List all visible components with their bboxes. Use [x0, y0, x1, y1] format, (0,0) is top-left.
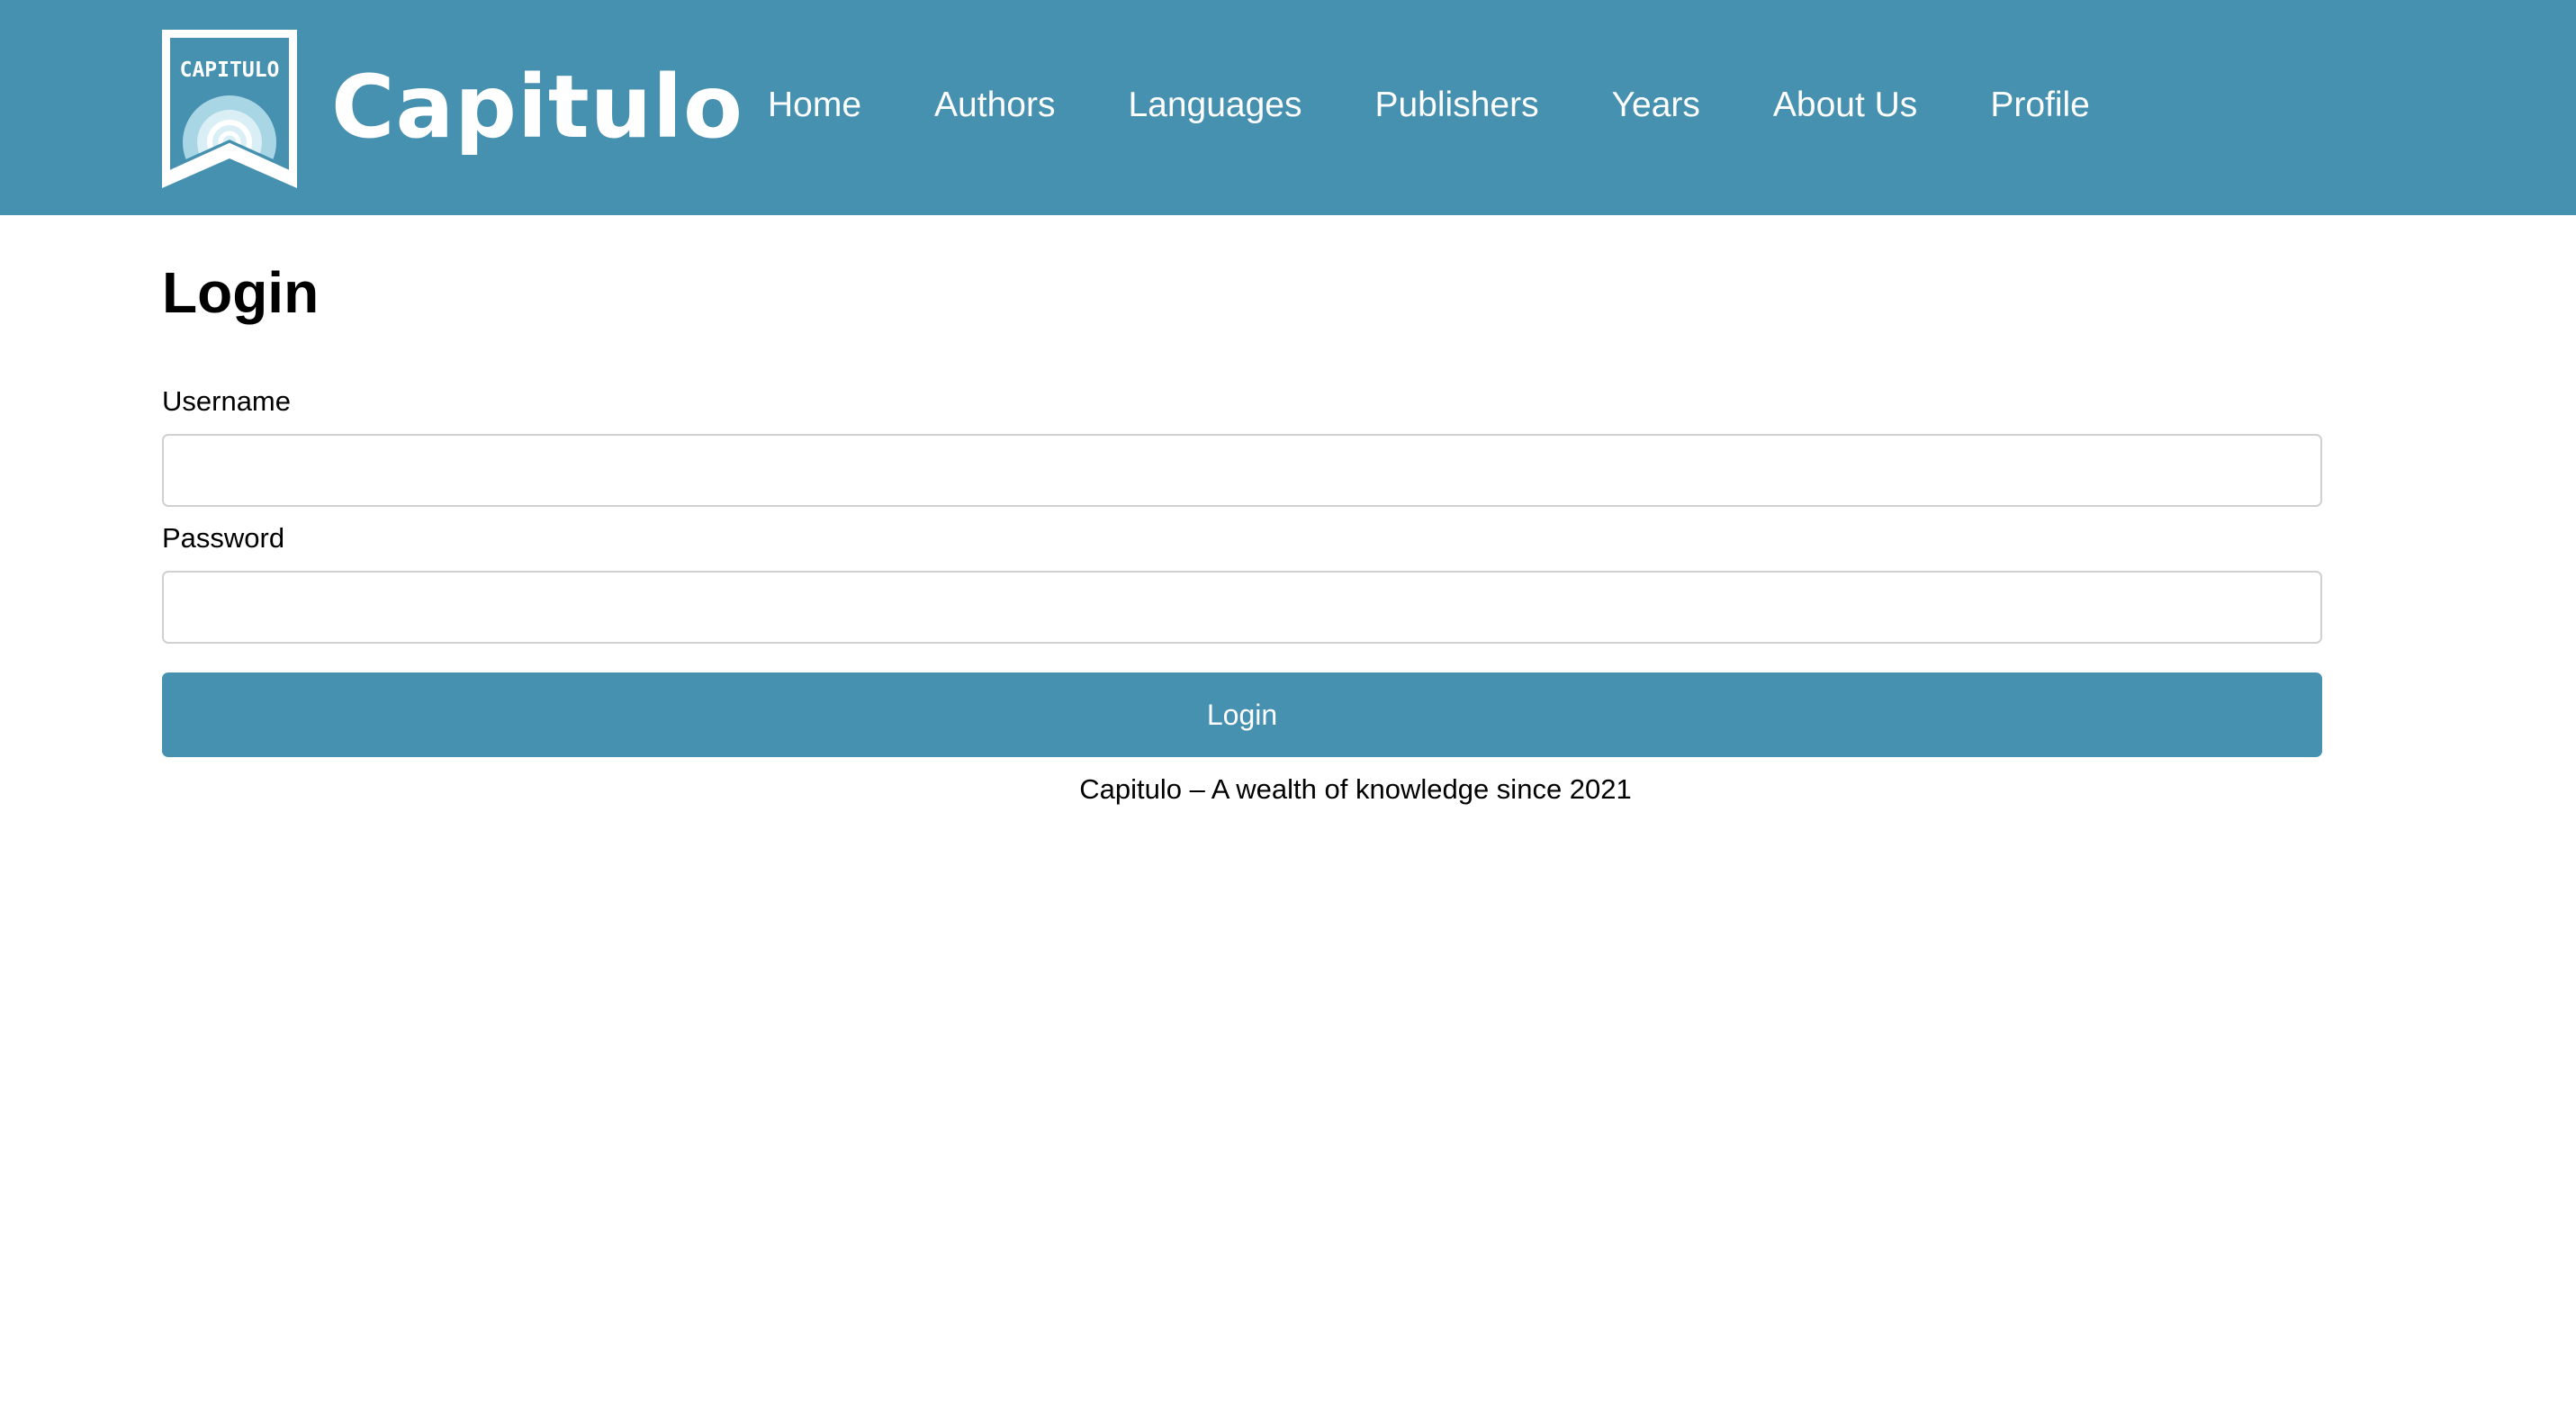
- site-header: CAPITULO Capitulo Home Authors Languages…: [0, 0, 2576, 215]
- nav-authors[interactable]: Authors: [934, 86, 1055, 125]
- nav-publishers[interactable]: Publishers: [1374, 86, 1538, 125]
- nav-about-us[interactable]: About Us: [1773, 86, 1917, 125]
- footer-tagline: Capitulo – A wealth of knowledge since 2…: [1079, 773, 1632, 805]
- login-button[interactable]: Login: [162, 672, 2322, 757]
- password-label: Password: [162, 522, 285, 554]
- password-input[interactable]: [162, 571, 2322, 644]
- username-input[interactable]: [162, 434, 2322, 507]
- username-label: Username: [162, 385, 291, 417]
- capitulo-logo[interactable]: CAPITULO: [162, 30, 297, 188]
- nav-years[interactable]: Years: [1612, 86, 1700, 125]
- brand-name[interactable]: Capitulo: [331, 49, 743, 166]
- logo-text: CAPITULO: [180, 59, 280, 82]
- nav-languages[interactable]: Languages: [1128, 86, 1302, 125]
- main-nav: Home Authors Languages Publishers Years …: [768, 72, 2090, 139]
- nav-home[interactable]: Home: [768, 86, 861, 125]
- page-title: Login: [162, 260, 320, 325]
- nav-profile[interactable]: Profile: [1990, 86, 2090, 125]
